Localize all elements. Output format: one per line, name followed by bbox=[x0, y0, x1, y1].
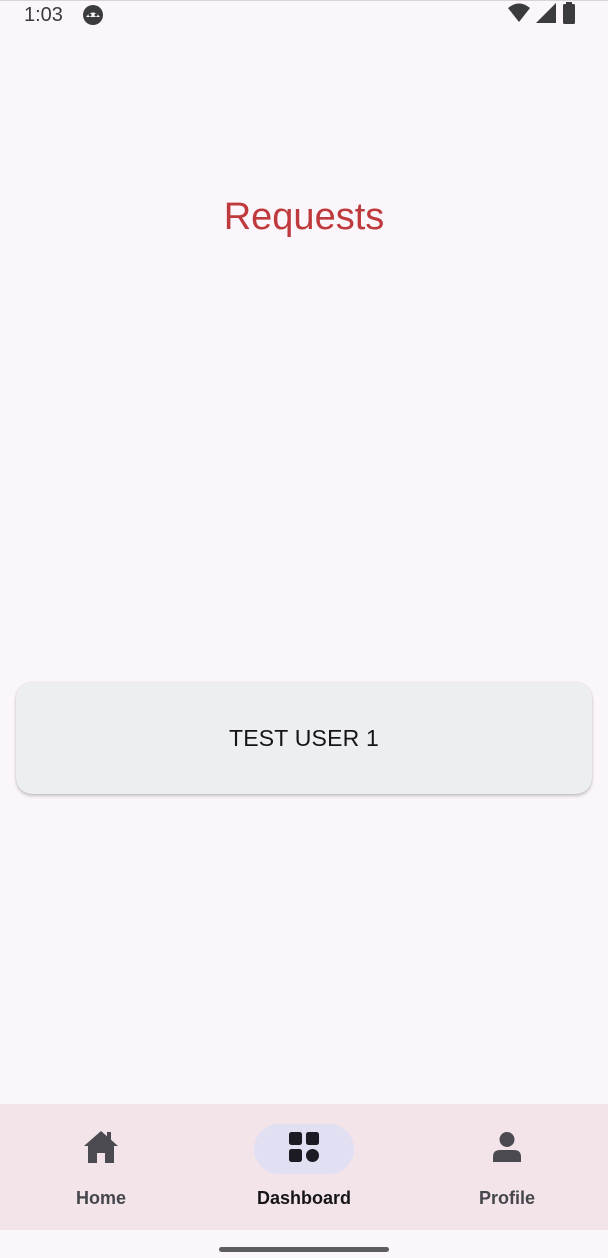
request-user-name: TEST USER 1 bbox=[228, 724, 380, 751]
bottom-navigation: Home Dashboard Profile bbox=[0, 1104, 608, 1230]
home-icon bbox=[82, 1129, 120, 1170]
wifi-icon bbox=[508, 3, 530, 28]
status-icons bbox=[508, 1, 576, 29]
nav-item-home[interactable]: Home bbox=[0, 1104, 202, 1230]
nav-indicator-dashboard bbox=[254, 1124, 354, 1174]
battery-icon bbox=[562, 1, 576, 29]
system-navigation-area bbox=[0, 1230, 608, 1258]
person-icon bbox=[492, 1131, 522, 1168]
nav-label-profile: Profile bbox=[478, 1188, 535, 1208]
status-time: 1:03 bbox=[24, 4, 63, 26]
request-card[interactable]: TEST USER 1 bbox=[16, 682, 592, 794]
cellular-signal-icon bbox=[536, 2, 556, 28]
nav-indicator-home bbox=[51, 1124, 151, 1174]
nav-item-dashboard[interactable]: Dashboard bbox=[203, 1104, 405, 1230]
android-debug-icon bbox=[82, 4, 104, 26]
status-bar: 1:03 bbox=[0, 0, 608, 32]
dashboard-icon bbox=[288, 1131, 320, 1168]
gesture-handle[interactable] bbox=[219, 1247, 389, 1252]
page-title: Requests bbox=[223, 196, 385, 238]
nav-indicator-profile bbox=[457, 1124, 557, 1174]
nav-label-dashboard: Dashboard bbox=[256, 1188, 352, 1208]
nav-label-home: Home bbox=[75, 1188, 126, 1208]
nav-item-profile[interactable]: Profile bbox=[406, 1104, 608, 1230]
